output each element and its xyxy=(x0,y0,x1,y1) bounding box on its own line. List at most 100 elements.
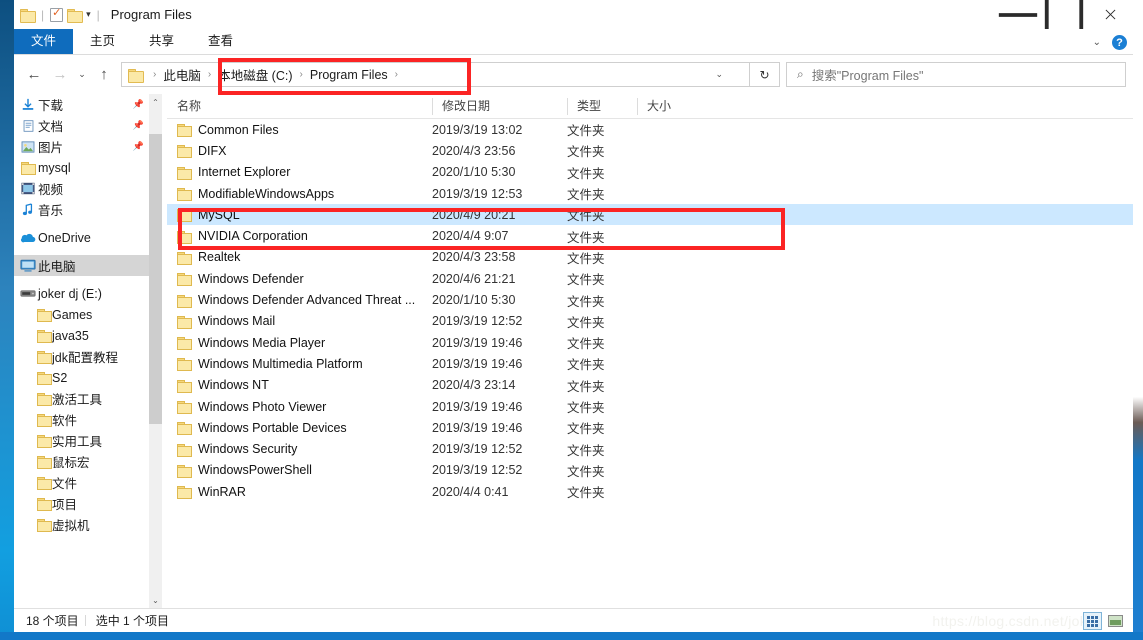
sidebar-item-[interactable]: 文档 📌 xyxy=(14,115,150,136)
sidebar-item-java35[interactable]: java35 xyxy=(14,325,150,346)
pin-icon[interactable]: 📌 xyxy=(133,141,144,152)
file-type: 文件夹 xyxy=(567,464,605,479)
sidebar-item-[interactable]: 下载 📌 xyxy=(14,94,150,115)
sidebar-item-label: 此电脑 xyxy=(38,260,76,274)
table-row[interactable]: Internet Explorer 2020/1/10 5:30 文件夹 xyxy=(167,162,1133,183)
breadcrumb-dropdown-icon[interactable]: ⌄ xyxy=(715,69,723,80)
scrollbar-thumb[interactable] xyxy=(149,134,162,424)
file-name-cell: Internet Explorer xyxy=(167,165,432,180)
search-input[interactable]: 搜索"Program Files" xyxy=(812,65,924,84)
column-header-name[interactable]: 名称 xyxy=(167,94,432,119)
folder-icon xyxy=(36,391,52,407)
sidebar-item-s2[interactable]: S2 xyxy=(14,367,150,388)
table-row[interactable]: DIFX 2020/4/3 23:56 文件夹 xyxy=(167,140,1133,161)
tab-view[interactable]: 查看 xyxy=(191,29,250,54)
minimize-button[interactable] xyxy=(995,0,1041,29)
sidebar-item-label: 音乐 xyxy=(38,204,64,218)
breadcrumb-item-program-files[interactable]: Program Files xyxy=(308,68,390,82)
table-row[interactable]: NVIDIA Corporation 2020/4/4 9:07 文件夹 xyxy=(167,225,1133,246)
table-row[interactable]: Windows Media Player 2019/3/19 19:46 文件夹 xyxy=(167,332,1133,353)
maximize-button[interactable] xyxy=(1041,0,1087,34)
table-row[interactable]: ModifiableWindowsApps 2019/3/19 12:53 文件夹 xyxy=(167,183,1133,204)
up-button[interactable]: ↑ xyxy=(91,62,117,88)
column-header-date[interactable]: 修改日期 xyxy=(432,94,567,119)
sidebar-item-mysql[interactable]: mysql xyxy=(14,157,150,178)
file-date: 2019/3/19 13:02 xyxy=(432,122,523,137)
sidebar-item-joker-dj-e[interactable]: joker dj (E:) xyxy=(14,283,150,304)
desktop-background-left xyxy=(0,0,14,640)
sidebar-item-[interactable]: 项目 xyxy=(14,493,150,514)
folder-icon xyxy=(36,454,52,470)
column-header-size[interactable]: 大小 xyxy=(637,94,722,119)
folder-icon xyxy=(36,349,52,365)
breadcrumb-item-local-disk[interactable]: 本地磁盘 (C:) xyxy=(216,65,294,84)
chevron-down-icon[interactable]: ⌄ xyxy=(1093,37,1101,48)
scroll-up-arrow-icon[interactable]: ⌃ xyxy=(149,94,162,110)
tab-file[interactable]: 文件 xyxy=(14,29,74,54)
table-row[interactable]: Windows Mail 2019/3/19 12:52 文件夹 xyxy=(167,311,1133,332)
breadcrumb-separator: › xyxy=(153,69,157,80)
breadcrumb-item-this-pc[interactable]: 此电脑 xyxy=(161,65,203,84)
sidebar-item-games[interactable]: Games xyxy=(14,304,150,325)
ribbon-tabs: 文件 主页 共享 查看 ⌄ ? xyxy=(14,29,1133,55)
properties-icon[interactable] xyxy=(50,6,64,22)
refresh-button[interactable]: ↻ xyxy=(750,62,780,87)
table-row[interactable]: WindowsPowerShell 2019/3/19 12:52 文件夹 xyxy=(167,460,1133,481)
breadcrumb[interactable]: › 此电脑 › 本地磁盘 (C:) › Program Files › ⌄ xyxy=(121,62,750,87)
help-icon[interactable]: ? xyxy=(1112,35,1127,50)
pin-icon[interactable]: 📌 xyxy=(133,99,144,110)
table-row[interactable]: Windows NT 2020/4/3 23:14 文件夹 xyxy=(167,375,1133,396)
pin-icon[interactable]: 📌 xyxy=(133,120,144,131)
sidebar-item-[interactable]: 激活工具 xyxy=(14,388,150,409)
forward-button[interactable]: → xyxy=(47,62,73,88)
chevron-down-icon[interactable]: ▾ xyxy=(86,9,91,20)
sidebar-scrollbar[interactable]: ⌃ ⌄ xyxy=(149,94,162,608)
file-type: 文件夹 xyxy=(567,251,605,266)
sidebar-item-[interactable]: 鼠标宏 xyxy=(14,451,150,472)
thumbnail-view-icon[interactable] xyxy=(1106,612,1125,630)
table-row[interactable]: WinRAR 2020/4/4 0:41 文件夹 xyxy=(167,481,1133,502)
table-row[interactable]: Windows Photo Viewer 2019/3/19 19:46 文件夹 xyxy=(167,396,1133,417)
recent-locations-button[interactable]: ⌄ xyxy=(73,62,91,88)
main-content: 下载 📌 文档 📌 图片 📌 mysql 视频音乐 OneDrive 此电脑 joker dj (E… xyxy=(14,94,1133,608)
back-button[interactable]: ← xyxy=(21,62,47,88)
close-button[interactable] xyxy=(1087,0,1133,29)
details-view-icon[interactable] xyxy=(1083,612,1102,630)
table-row[interactable]: Windows Portable Devices 2019/3/19 19:46 文… xyxy=(167,417,1133,438)
folder-icon xyxy=(177,379,192,393)
title-bar: | ▾ | Program Files xyxy=(14,0,1133,34)
new-folder-icon[interactable] xyxy=(67,8,84,23)
scroll-down-arrow-icon[interactable]: ⌄ xyxy=(149,592,162,608)
sidebar-item-[interactable]: 图片 📌 xyxy=(14,136,150,157)
table-row[interactable]: MySQL 2020/4/9 20:21 文件夹 xyxy=(167,204,1133,226)
search-box[interactable]: ⌕ 搜索"Program Files" xyxy=(786,62,1126,87)
table-row[interactable]: Windows Defender Advanced Threat ... 2020… xyxy=(167,289,1133,310)
selection-count: 选中 1 个项目 xyxy=(79,612,169,629)
file-name-cell: NVIDIA Corporation xyxy=(167,229,432,244)
sidebar-item-[interactable]: 软件 xyxy=(14,409,150,430)
tab-home[interactable]: 主页 xyxy=(73,29,132,54)
sidebar-item-[interactable]: 此电脑 xyxy=(14,255,150,276)
sidebar-item-[interactable]: 虚拟机 xyxy=(14,514,150,535)
videos-icon xyxy=(20,181,36,197)
tab-share[interactable]: 共享 xyxy=(132,29,191,54)
table-row[interactable]: Windows Multimedia Platform 2019/3/19 19:… xyxy=(167,353,1133,374)
table-row[interactable]: Common Files 2019/3/19 13:02 文件夹 xyxy=(167,119,1133,140)
column-header-type[interactable]: 类型 xyxy=(567,94,637,119)
file-name-cell: Common Files xyxy=(167,123,432,138)
sidebar-item-[interactable]: 实用工具 xyxy=(14,430,150,451)
sidebar-item-[interactable]: 音乐 xyxy=(14,199,150,220)
table-row[interactable]: Windows Defender 2020/4/6 21:21 文件夹 xyxy=(167,268,1133,289)
file-type: 文件夹 xyxy=(567,422,605,437)
sidebar-item-jdk[interactable]: jdk配置教程 xyxy=(14,346,150,367)
file-date: 2020/4/9 20:21 xyxy=(432,207,516,222)
sidebar-item-onedrive[interactable]: OneDrive xyxy=(14,227,150,248)
folder-icon xyxy=(36,370,52,386)
taskbar-strip xyxy=(0,632,1143,640)
folder-icon[interactable] xyxy=(20,8,36,23)
table-row[interactable]: Realtek 2020/4/3 23:58 文件夹 xyxy=(167,247,1133,268)
sidebar-item-[interactable]: 视频 xyxy=(14,178,150,199)
file-name: Windows Mail xyxy=(198,314,276,329)
table-row[interactable]: Windows Security 2019/3/19 12:52 文件夹 xyxy=(167,438,1133,459)
sidebar-item-[interactable]: 文件 xyxy=(14,472,150,493)
